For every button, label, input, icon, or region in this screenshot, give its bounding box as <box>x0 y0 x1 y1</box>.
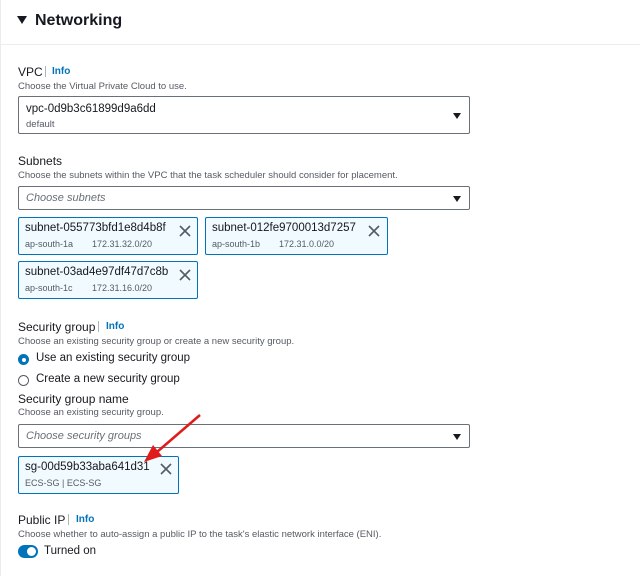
sg-token-sub: ECS-SG | ECS-SG <box>25 478 102 488</box>
public-ip-description: Choose whether to auto-assign a public I… <box>18 529 382 540</box>
vpc-info-link[interactable]: Info <box>52 66 70 77</box>
subnet-token-cidr: 172.31.32.0/20 <box>92 239 153 249</box>
vpc-select[interactable]: vpc-0d9b3c61899d9a6dd default <box>18 96 470 134</box>
public-ip-label: Public IP <box>18 513 66 527</box>
sg-token: sg-00d59b33aba641d31 ECS-SG | ECS-SG <box>18 456 179 494</box>
subnet-token-cidr: 172.31.16.0/20 <box>92 283 153 293</box>
vpc-selected-value: vpc-0d9b3c61899d9a6dd <box>26 103 156 115</box>
remove-x-icon[interactable] <box>368 225 380 237</box>
subnet-token-name: subnet-03ad4e97df47d7c8b <box>25 266 169 278</box>
radio-new-sg-label[interactable]: Create a new security group <box>36 373 180 385</box>
vpc-selected-sub: default <box>26 119 55 130</box>
vpc-label: VPC <box>18 65 43 79</box>
caret-down-icon[interactable] <box>17 16 27 24</box>
dropdown-triangle-icon <box>453 196 461 202</box>
subnet-token-zone: ap-south-1a <box>25 239 74 249</box>
remove-x-icon[interactable] <box>179 225 191 237</box>
security-group-description: Choose an existing security group or cre… <box>18 336 295 347</box>
dropdown-triangle-icon <box>453 113 461 119</box>
subnet-token-zone: ap-south-1b <box>212 239 261 249</box>
vpc-description: Choose the Virtual Private Cloud to use. <box>18 81 187 92</box>
sg-token-name: sg-00d59b33aba641d31 <box>25 461 150 473</box>
sg-placeholder: Choose security groups <box>26 430 142 442</box>
subnet-token: subnet-055773bfd1e8d4b8f ap-south-1a 172… <box>18 217 198 255</box>
subnet-token-zone: ap-south-1c <box>25 283 73 293</box>
subnet-token: subnet-012fe9700013d7257 ap-south-1b 172… <box>205 217 388 255</box>
security-group-info-link[interactable]: Info <box>106 321 124 332</box>
subnet-token-name: subnet-012fe9700013d7257 <box>212 222 356 234</box>
sg-name-label: Security group name <box>18 392 129 406</box>
sg-name-description: Choose an existing security group. <box>18 407 164 418</box>
subnet-token-cidr: 172.31.0.0/20 <box>279 239 335 249</box>
networking-panel: Networking VPC Info Choose the Virtual P… <box>0 0 640 576</box>
subnet-token: subnet-03ad4e97df47d7c8b ap-south-1c 172… <box>18 261 198 299</box>
section-title: Networking <box>35 12 123 29</box>
public-ip-toggle-label: Turned on <box>44 545 96 557</box>
dropdown-triangle-icon <box>453 434 461 440</box>
security-group-label: Security group <box>18 320 96 334</box>
remove-x-icon[interactable] <box>179 269 191 281</box>
sg-select[interactable]: Choose security groups <box>18 424 470 448</box>
subnet-token-name: subnet-055773bfd1e8d4b8f <box>25 222 166 234</box>
radio-existing-sg-label[interactable]: Use an existing security group <box>36 352 190 364</box>
radio-existing-sg[interactable] <box>18 354 29 365</box>
subnets-description: Choose the subnets within the VPC that t… <box>18 170 398 181</box>
info-separator <box>45 66 46 77</box>
radio-new-sg[interactable] <box>18 375 29 386</box>
toggle-knob <box>27 547 36 556</box>
subnets-label: Subnets <box>18 154 63 168</box>
info-separator <box>68 514 69 525</box>
networking-header[interactable]: Networking <box>1 0 640 45</box>
remove-x-icon[interactable] <box>160 463 172 475</box>
public-ip-toggle[interactable] <box>18 545 38 558</box>
subnets-select[interactable]: Choose subnets <box>18 186 470 210</box>
public-ip-info-link[interactable]: Info <box>76 514 94 525</box>
info-separator <box>98 321 99 332</box>
subnets-placeholder: Choose subnets <box>26 192 106 204</box>
